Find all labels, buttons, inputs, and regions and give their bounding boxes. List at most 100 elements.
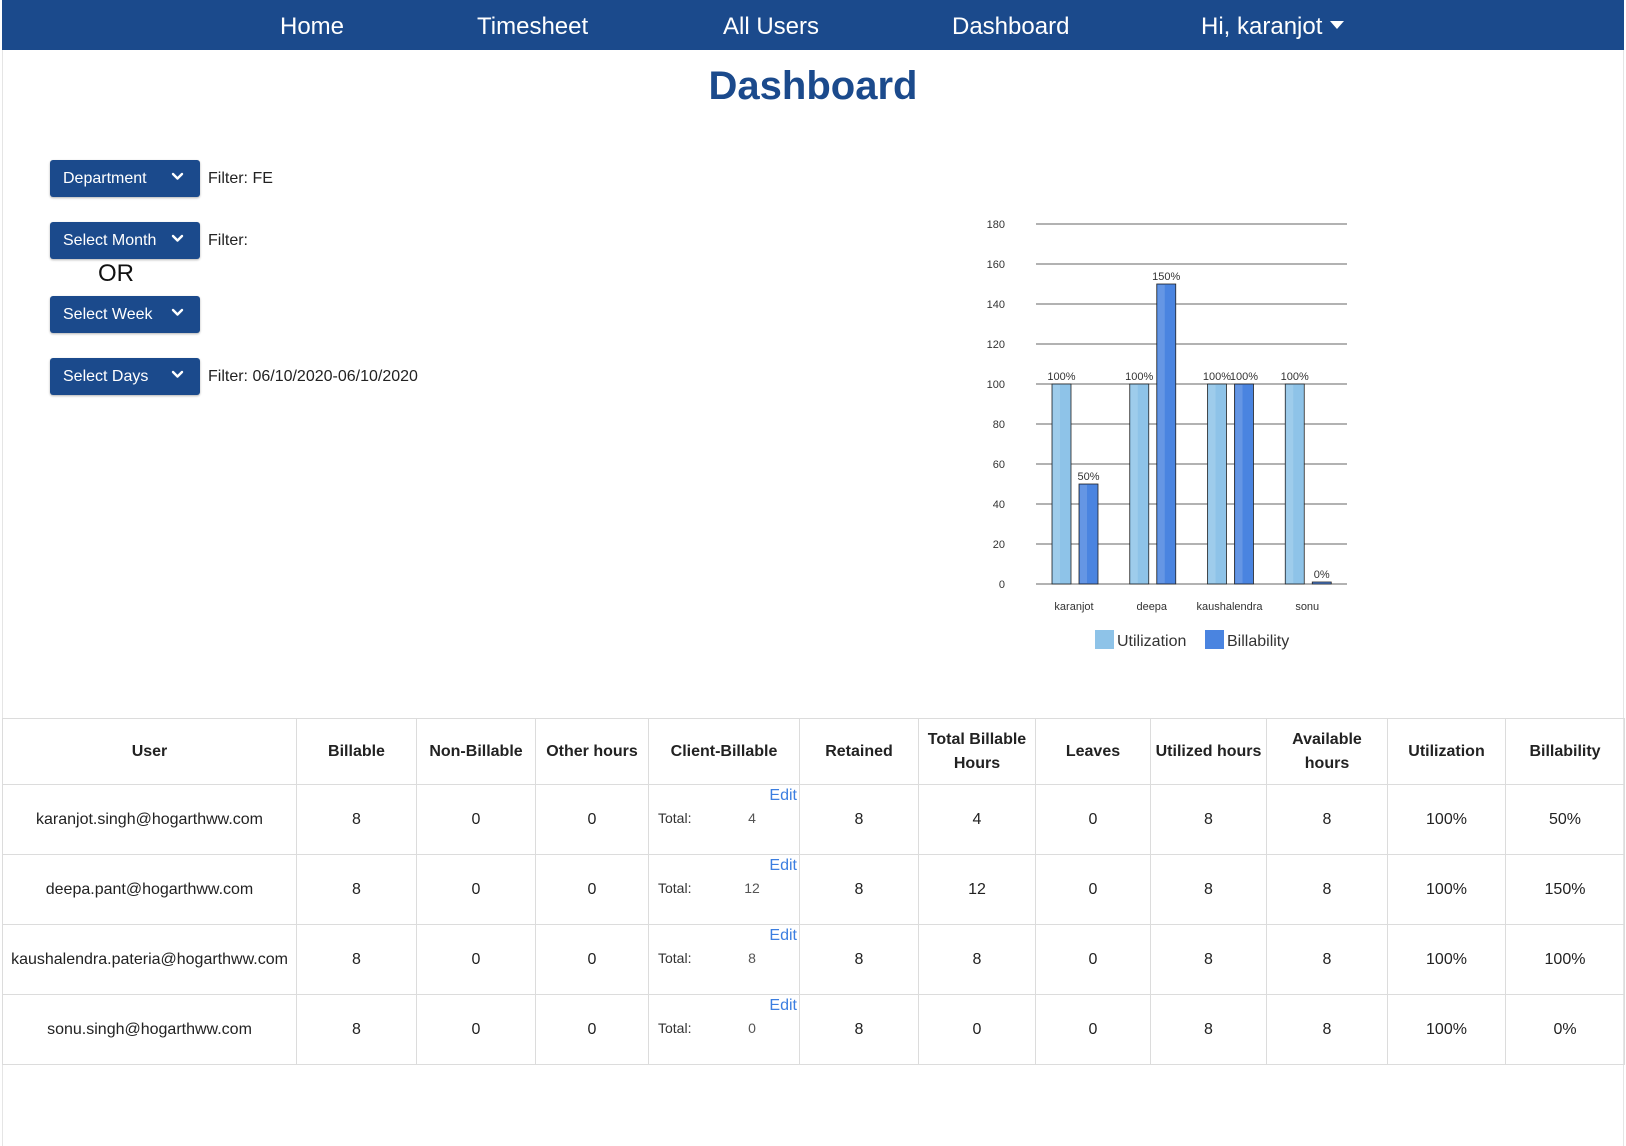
legend-utilization[interactable]: Utilization [1095,630,1186,651]
billable-cell: 8 [296,924,417,995]
column-header: Available hours [1266,718,1388,785]
available-hours-cell: 8 [1266,854,1388,925]
top-navbar: Home Timesheet All Users Dashboard Hi, k… [2,0,1624,50]
column-header: Other hours [535,718,649,785]
legend-utilization-label: Utilization [1117,633,1187,650]
billability-cell: 0% [1505,994,1625,1065]
department-filter-text: Filter: FE [208,170,273,187]
edit-client-billable-link[interactable]: Edit [769,787,797,805]
bar-highlight [1286,385,1294,583]
client-billable-cell: Edit Total: 4 [648,784,800,855]
user-greeting: Hi, karanjot [1201,13,1323,40]
month-dropdown-button[interactable]: Select Month [50,222,200,259]
month-filter-text: Filter: [208,232,248,249]
days-dropdown-label: Select Days [63,368,149,385]
billable-cell: 8 [296,994,417,1065]
user-menu-toggle[interactable]: Hi, karanjot [1201,0,1345,50]
legend-billability-label: Billability [1227,633,1290,650]
client-billable-cell: Edit Total: 0 [648,994,800,1065]
y-tick-label: 100 [987,379,1005,391]
bar-highlight [1208,385,1216,583]
week-dropdown-button[interactable]: Select Week [50,296,200,333]
client-total-label: Total: [658,1020,692,1036]
y-tick-label: 120 [987,339,1005,351]
table-row: sonu.singh@hogarthww.com 8 0 0 Edit Tota… [2,994,1625,1065]
caret-down-icon [1330,20,1345,29]
non-billable-cell: 0 [416,994,536,1065]
bar-billability [1311,581,1332,585]
utilized-hours-cell: 8 [1150,924,1267,995]
data-label: 100% [1281,371,1309,383]
chevron-down-icon [171,308,184,316]
column-header: Retained [799,718,919,785]
y-tick-label: 0 [999,579,1005,591]
billability-swatch [1205,630,1224,649]
days-dropdown-button[interactable]: Select Days [50,358,200,395]
nav-timesheet-link[interactable]: Timesheet [477,0,588,50]
billability-cell: 50% [1505,784,1625,855]
client-total-value: 12 [744,880,760,896]
non-billable-cell: 0 [416,784,536,855]
y-tick-label: 20 [993,539,1005,551]
chevron-down-icon [171,370,184,378]
leaves-cell: 0 [1035,854,1151,925]
bar-highlight [1080,485,1087,583]
week-dropdown-label: Select Week [63,306,153,323]
retained-cell: 8 [799,854,919,925]
billability-cell: 150% [1505,854,1625,925]
available-hours-cell: 8 [1266,994,1388,1065]
or-separator: OR [98,260,134,287]
utilization-cell: 100% [1387,784,1506,855]
column-header: Utilized hours [1150,718,1267,785]
nav-all-users-link[interactable]: All Users [723,0,819,50]
days-filter-text: Filter: 06/10/2020-06/10/2020 [208,368,418,385]
retained-cell: 8 [799,784,919,855]
utilization-cell: 100% [1387,994,1506,1065]
column-header: Total Billable Hours [918,718,1036,785]
y-tick-label: 80 [993,419,1005,431]
billable-cell: 8 [296,854,417,925]
table-row: deepa.pant@hogarthww.com 8 0 0 Edit Tota… [2,854,1625,925]
utilized-hours-cell: 8 [1150,994,1267,1065]
nav-home-link[interactable]: Home [280,0,344,50]
data-label: 0% [1314,569,1330,581]
retained-cell: 8 [799,924,919,995]
edit-client-billable-link[interactable]: Edit [769,857,797,875]
chevron-down-icon [171,172,184,180]
user-email-cell: karanjot.singh@hogarthww.com [2,784,297,855]
client-total-label: Total: [658,950,692,966]
y-tick-label: 160 [987,259,1005,271]
y-tick-label: 60 [993,459,1005,471]
utilization-billability-chart: 0 20 40 60 80 100 120 140 160 180 100% 50% karanjot 1… [987,219,1347,613]
utilization-cell: 100% [1387,854,1506,925]
data-label: 100% [1125,371,1153,383]
non-billable-cell: 0 [416,854,536,925]
column-header: Utilization [1387,718,1506,785]
available-hours-cell: 8 [1266,924,1388,995]
edit-client-billable-link[interactable]: Edit [769,997,797,1015]
x-tick-label: deepa [1136,601,1167,613]
data-label: 100% [1047,371,1075,383]
other-hours-cell: 0 [535,994,649,1065]
legend-billability[interactable]: Billability [1205,630,1289,651]
total-billable-cell: 4 [918,784,1036,855]
x-tick-label: kaushalendra [1196,601,1263,613]
department-dropdown-label: Department [63,170,147,187]
bar-highlight [1053,385,1060,583]
client-total-value: 4 [748,810,756,826]
billable-cell: 8 [296,784,417,855]
total-billable-cell: 0 [918,994,1036,1065]
edit-client-billable-link[interactable]: Edit [769,927,797,945]
nav-dashboard-link[interactable]: Dashboard [952,0,1069,50]
client-billable-cell: Edit Total: 12 [648,854,800,925]
table-header-row: User Billable Non-Billable Other hours C… [2,718,1625,785]
users-report-table: User Billable Non-Billable Other hours C… [2,718,1625,1065]
client-total-value: 8 [748,950,756,966]
leaves-cell: 0 [1035,924,1151,995]
other-hours-cell: 0 [535,784,649,855]
data-label: 100% [1203,371,1231,383]
bar-highlight [1130,385,1138,583]
y-tick-label: 40 [993,499,1005,511]
table-row: kaushalendra.pateria@hogarthww.com 8 0 0… [2,924,1625,995]
department-dropdown-button[interactable]: Department [50,160,200,197]
